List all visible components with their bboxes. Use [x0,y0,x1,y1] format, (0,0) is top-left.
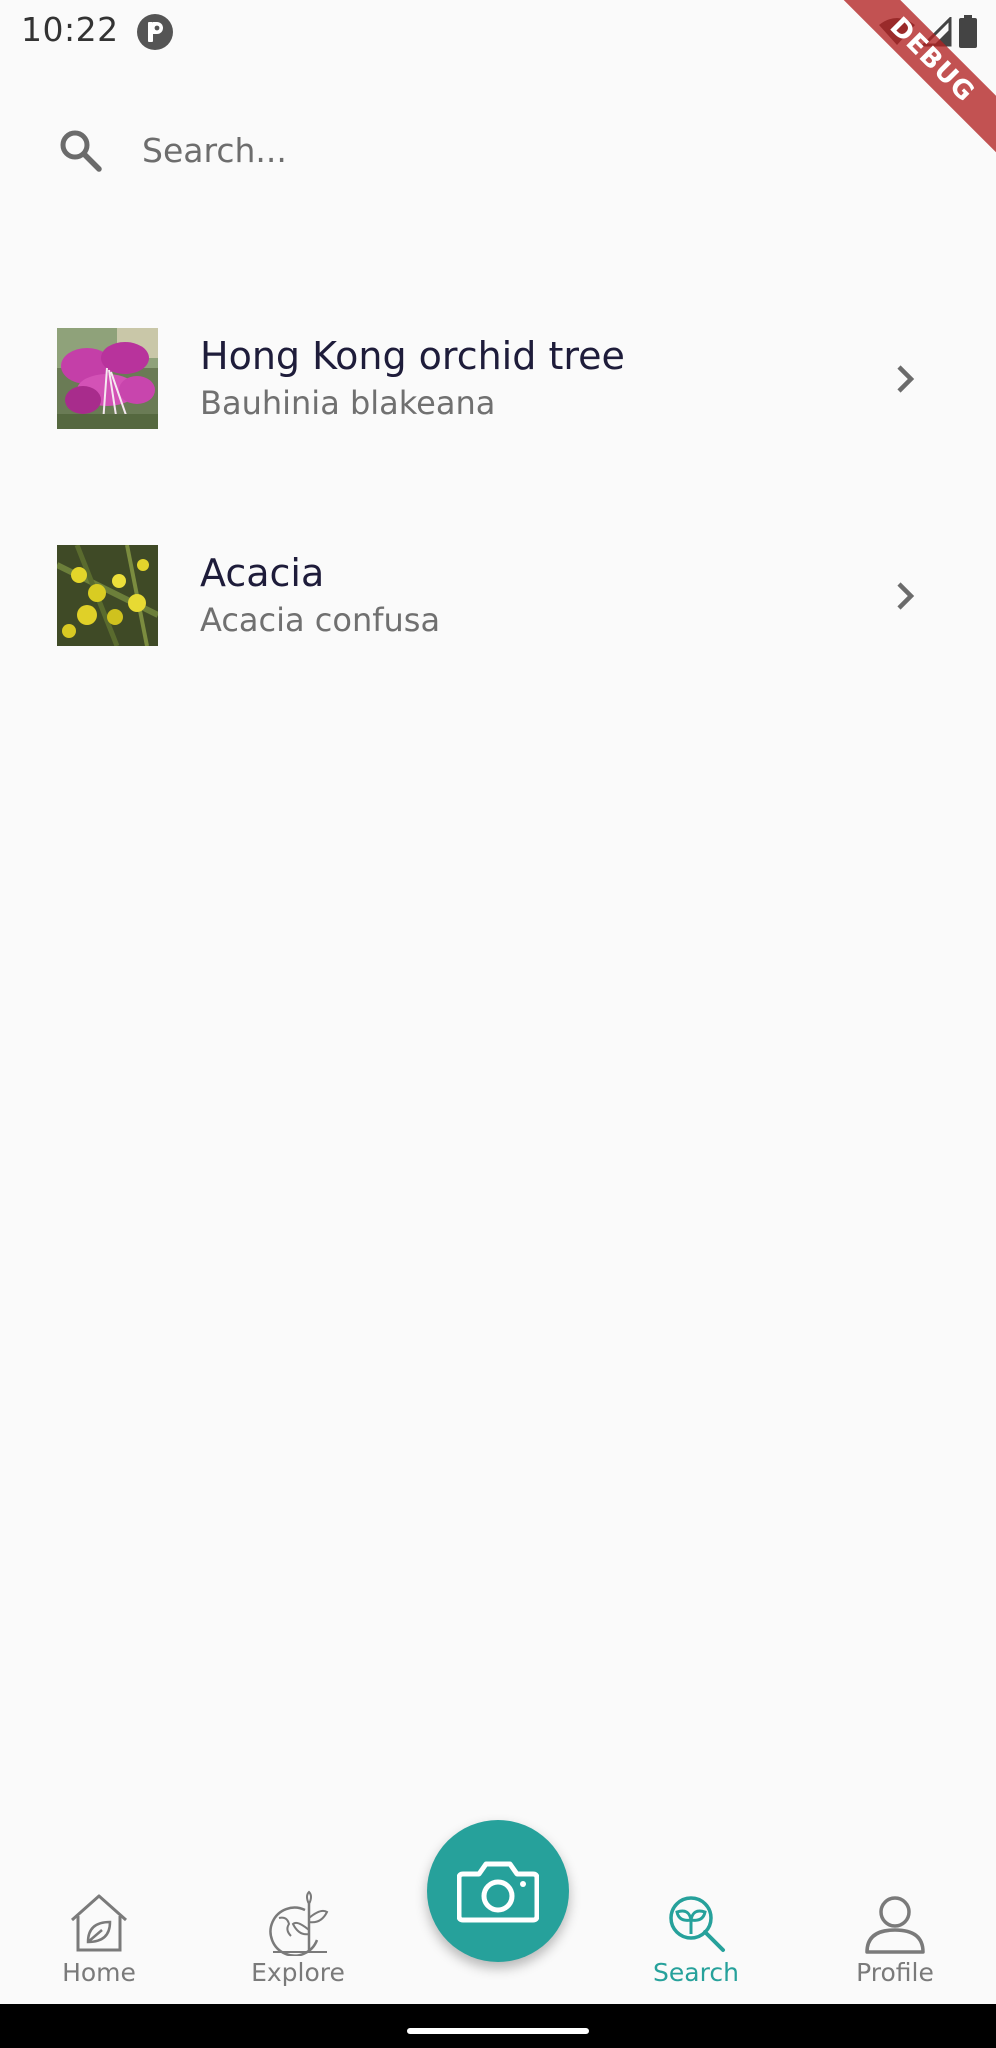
scientific-name: Bauhinia blakeana [200,383,496,422]
scientific-name: Acacia confusa [200,600,441,639]
pink-orchid-photo-icon [57,328,158,429]
results-list: Hong Kong orchid tree Bauhinia blakeana … [0,270,996,704]
signal-icon [922,17,952,47]
yellow-acacia-photo-icon [57,545,158,646]
chevron-right-icon [897,364,915,393]
nav-item-search[interactable]: Search [606,1858,786,2004]
list-item[interactable]: Hong Kong orchid tree Bauhinia blakeana [0,270,996,487]
status-time: 10:22 [21,10,119,49]
common-name: Hong Kong orchid tree [200,333,625,378]
search-input[interactable] [142,130,940,170]
nav-item-home[interactable]: Home [9,1858,189,2004]
app-notification-icon [137,14,173,50]
common-name: Acacia [200,550,325,595]
person-icon [865,1896,925,1954]
house-leaf-icon [71,1894,127,1952]
nav-label-home: Home [62,1958,136,1987]
system-nav-bar [0,2004,996,2048]
status-bar: 10:22 [0,0,996,62]
list-item[interactable]: Acacia Acacia confusa [0,487,996,704]
result-text: Acacia Acacia confusa [200,549,996,643]
chevron-right-icon [897,581,915,610]
search-icon [60,130,102,172]
camera-button[interactable] [427,1820,569,1962]
battery-icon [959,15,977,48]
nav-label-explore: Explore [251,1958,345,1987]
camera-icon [457,1861,539,1923]
nav-item-explore[interactable]: Explore [208,1858,388,2004]
search-bar[interactable] [56,118,940,182]
nav-item-profile[interactable]: Profile [805,1858,985,2004]
nav-label-profile: Profile [856,1958,934,1987]
wifi-icon [879,18,915,45]
home-indicator[interactable] [407,2028,589,2034]
result-text: Hong Kong orchid tree Bauhinia blakeana [200,332,996,426]
status-icons [878,14,978,50]
nav-label-search: Search [653,1958,739,1987]
globe-plant-icon [269,1890,329,1956]
plant-search-icon [669,1896,725,1952]
